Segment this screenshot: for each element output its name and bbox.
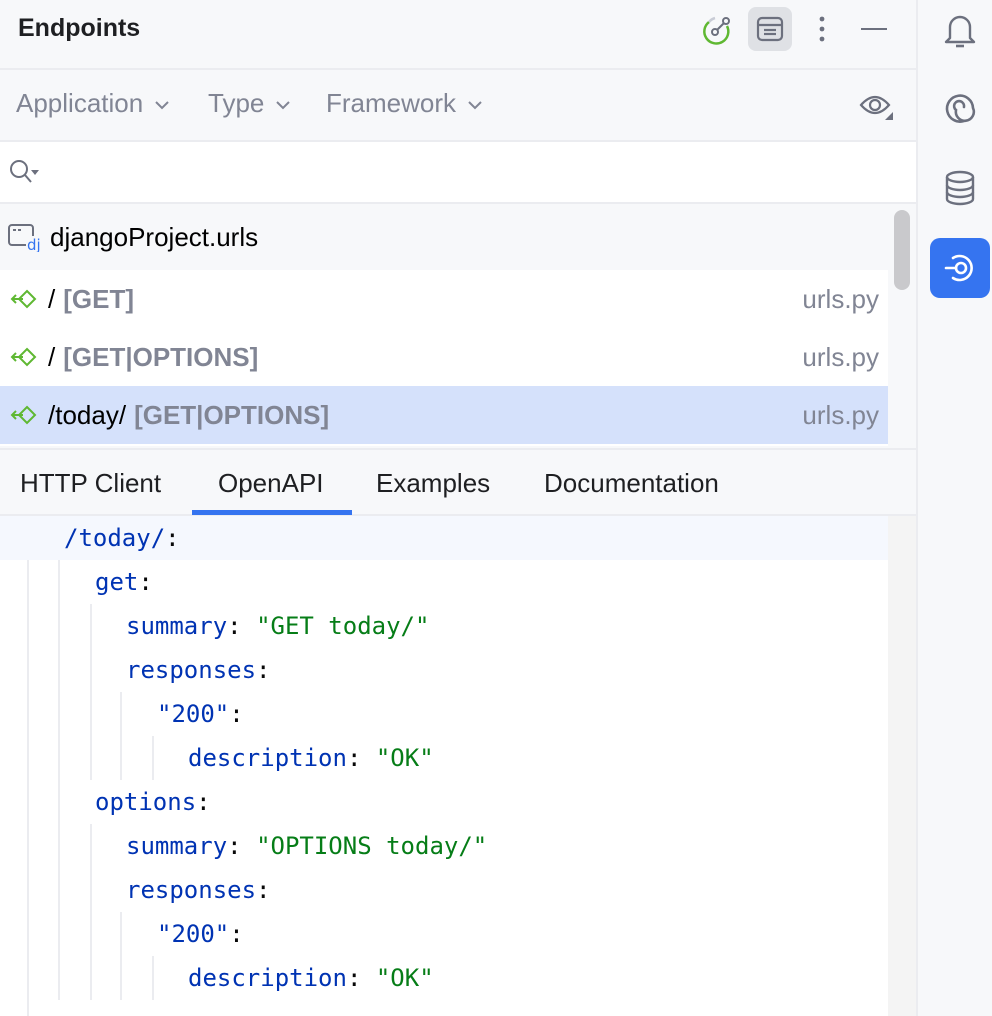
- http-client-status-button[interactable]: [696, 7, 740, 51]
- code-line: get:: [95, 568, 153, 596]
- svg-text:dj: dj: [27, 236, 41, 252]
- tool-window-header: Endpoints: [0, 0, 916, 70]
- filter-bar: Application Type Framework: [0, 70, 916, 142]
- database-button[interactable]: [930, 158, 990, 218]
- endpoints-icon: [944, 254, 973, 282]
- endpoint-icon: [10, 289, 37, 309]
- editor-scroll-gutter[interactable]: [888, 516, 916, 1016]
- minimize-icon: [861, 28, 887, 30]
- right-tool-strip: [916, 0, 992, 1016]
- module-group-row[interactable]: dj djangoProject.urls: [0, 204, 888, 270]
- endpoint-methods: [GET|OPTIONS]: [63, 341, 259, 372]
- code-line: responses:: [126, 656, 271, 684]
- endpoint-row[interactable]: / [GET] urls.py: [0, 270, 888, 328]
- search-icon: [10, 160, 39, 183]
- endpoints-tool-window: Endpoints Application Type Framework dj …: [0, 0, 916, 1016]
- preview-toggle-button[interactable]: [748, 7, 792, 51]
- layout-preview-icon: [756, 16, 784, 42]
- openapi-editor[interactable]: /today/: get: summary: "GET today/" resp…: [0, 516, 888, 1016]
- type-filter[interactable]: Type: [208, 88, 292, 119]
- code-line: responses:: [126, 876, 271, 904]
- ai-assistant-button[interactable]: [930, 78, 990, 138]
- application-filter-label: Application: [16, 88, 144, 118]
- http-client-status-icon: [703, 16, 730, 45]
- endpoint-icon: [10, 405, 37, 425]
- endpoint-path: /: [48, 283, 56, 314]
- endpoint-methods: [GET|OPTIONS]: [134, 399, 330, 430]
- list-scrollbar[interactable]: [894, 210, 910, 290]
- details-tabs: HTTP Client OpenAPI Examples Documentati…: [0, 448, 916, 516]
- type-filter-label: Type: [208, 88, 265, 118]
- search-bar: [0, 142, 916, 204]
- endpoint-row-selected[interactable]: /today/ [GET|OPTIONS] urls.py: [0, 386, 888, 444]
- ai-assistant-icon: [945, 94, 976, 123]
- hide-button[interactable]: [852, 7, 896, 51]
- more-vertical-icon: [819, 16, 825, 42]
- framework-filter-label: Framework: [326, 88, 457, 118]
- notifications-icon: [944, 15, 976, 48]
- tab-documentation[interactable]: Documentation: [544, 468, 719, 499]
- search-options-button[interactable]: [8, 158, 44, 193]
- chevron-down-icon: [155, 100, 169, 109]
- code-line: options:: [95, 788, 211, 816]
- code-line: description: "OK": [188, 964, 434, 992]
- code-line: summary: "OPTIONS today/": [126, 832, 488, 860]
- endpoints-button[interactable]: [930, 238, 990, 298]
- tab-examples[interactable]: Examples: [376, 468, 490, 499]
- tab-openapi[interactable]: OpenAPI: [218, 468, 324, 499]
- chevron-down-icon: [468, 100, 482, 109]
- code-line: "200":: [157, 700, 244, 728]
- tool-window-title: Endpoints: [18, 14, 141, 42]
- application-filter[interactable]: Application: [16, 88, 171, 119]
- endpoints-list: dj djangoProject.urls / [GET] urls.py / …: [0, 204, 888, 446]
- module-name: djangoProject.urls: [50, 221, 259, 252]
- django-module-icon: dj: [8, 224, 42, 252]
- code-line: summary: "GET today/": [126, 612, 430, 640]
- code-line: /today/:: [0, 516, 888, 560]
- endpoint-file: urls.py: [802, 283, 879, 314]
- endpoint-path: /: [48, 341, 56, 372]
- active-tab-indicator: [192, 510, 352, 515]
- notifications-button[interactable]: [930, 0, 990, 60]
- code-line: "200":: [157, 920, 244, 948]
- endpoint-file: urls.py: [802, 399, 879, 430]
- database-icon: [945, 170, 975, 206]
- tab-http-client[interactable]: HTTP Client: [20, 468, 161, 499]
- endpoint-row[interactable]: / [GET|OPTIONS] urls.py: [0, 328, 888, 386]
- search-input[interactable]: [48, 152, 898, 192]
- endpoint-methods: [GET]: [63, 283, 134, 314]
- eye-icon: [859, 95, 893, 120]
- endpoint-path: /today/: [48, 399, 127, 430]
- more-options-button[interactable]: [800, 7, 844, 51]
- framework-filter[interactable]: Framework: [326, 88, 484, 119]
- chevron-down-icon: [276, 100, 291, 109]
- endpoint-file: urls.py: [802, 341, 879, 372]
- code-line: description: "OK": [188, 744, 434, 772]
- endpoint-icon: [10, 347, 37, 367]
- view-options-button[interactable]: [858, 90, 896, 127]
